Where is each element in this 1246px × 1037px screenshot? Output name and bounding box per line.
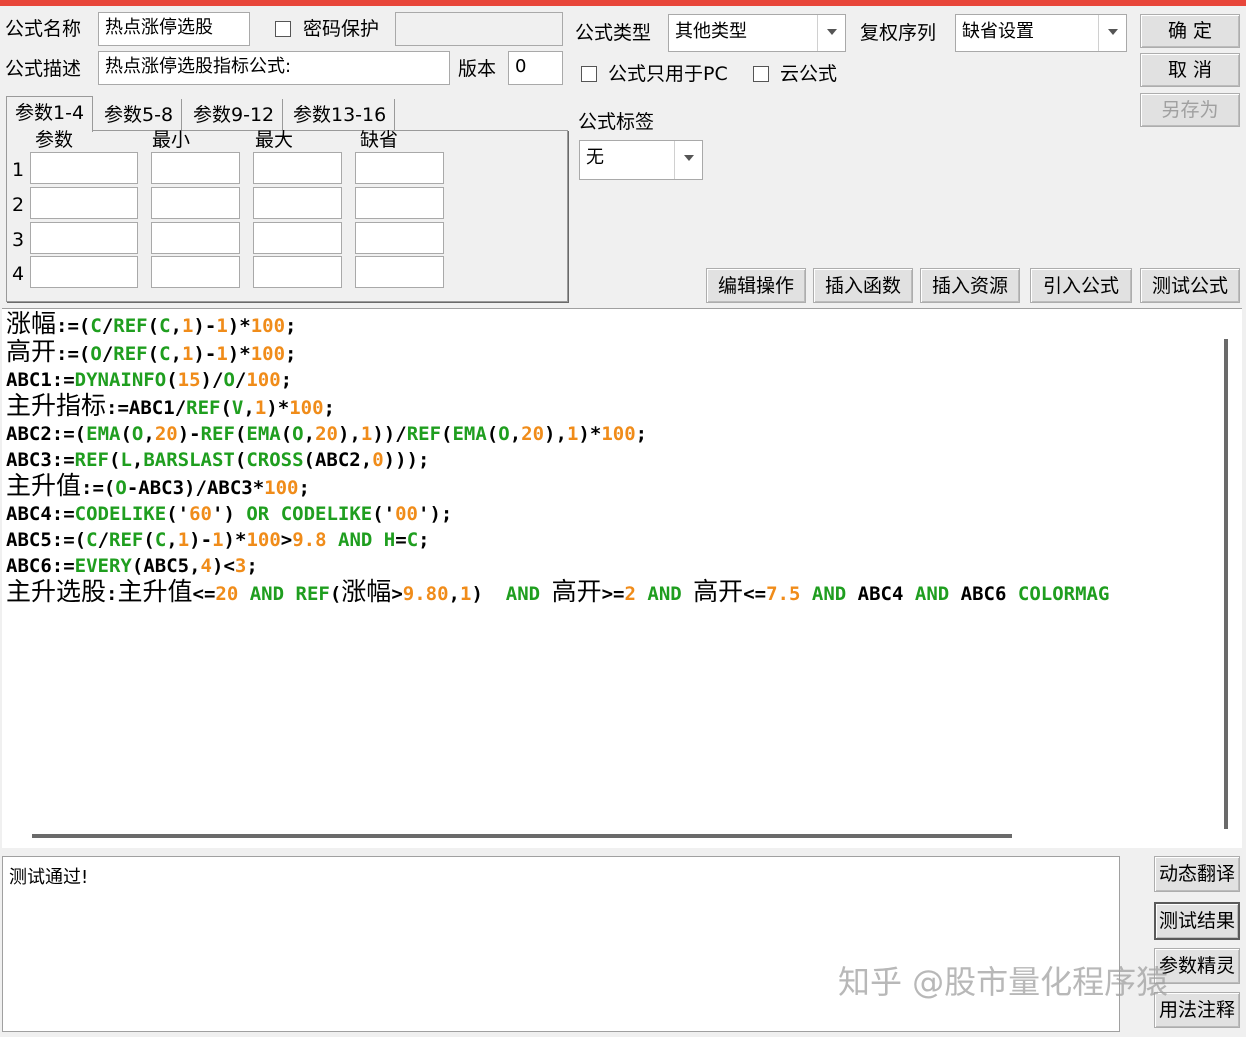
ok-button[interactable]: 确 定	[1140, 14, 1240, 48]
code-editor[interactable]: 涨幅:=(C/REF(C,1)-1)*100; 高开:=(O/REF(C,1)-1…	[2, 308, 1242, 848]
formula-desc-input[interactable]: 热点涨停选股指标公式:	[98, 51, 450, 85]
dynamic-translate-button[interactable]: 动态翻译	[1154, 856, 1240, 892]
param-row-number: 1	[12, 159, 25, 181]
insert-resource-button[interactable]: 插入资源	[920, 268, 1020, 303]
formula-name-input[interactable]: 热点涨停选股	[98, 12, 250, 46]
pc-only-label: 公式只用于PC	[608, 63, 728, 85]
tab-params-1-4[interactable]: 参数1-4	[6, 96, 94, 132]
password-protect-label: 密码保护	[303, 18, 380, 40]
version-input[interactable]: 0	[508, 51, 563, 85]
code-line: ABC5:=(C/REF(C,1)-1)*100>9.8 AND H=C;	[6, 529, 430, 551]
code-line: 主升选股:主升值<=20 AND REF(涨幅>9.80,1) AND 高开>=…	[6, 577, 1110, 606]
fq-sequence-value: 缺省设置	[962, 21, 1034, 42]
code-line: 高开:=(O/REF(C,1)-1)*100;	[6, 337, 297, 366]
param-row-number: 4	[12, 263, 25, 285]
code-line: 主升指标:=ABC1/REF(V,1)*100;	[6, 391, 335, 420]
param-2-default-input[interactable]	[355, 187, 444, 219]
test-formula-button[interactable]: 测试公式	[1140, 268, 1240, 303]
formula-tag-select[interactable]: 无	[579, 140, 703, 180]
password-protect-checkbox[interactable]	[275, 21, 291, 37]
code-line: ABC2:=(EMA(O,20)-REF(EMA(O,20),1))/REF(E…	[6, 423, 648, 445]
param-3-default-input[interactable]	[355, 222, 444, 254]
param-3-min-input[interactable]	[151, 222, 240, 254]
formula-name-label: 公式名称	[5, 18, 82, 40]
param-1-default-input[interactable]	[355, 152, 444, 184]
param-2-name-input[interactable]	[30, 187, 138, 219]
test-result-button[interactable]: 测试结果	[1154, 902, 1240, 940]
test-output-box: 测试通过!	[2, 856, 1120, 1032]
param-3-name-input[interactable]	[30, 222, 138, 254]
code-line: 涨幅:=(C/REF(C,1)-1)*100;	[6, 311, 297, 338]
param-4-name-input[interactable]	[30, 256, 138, 288]
formula-tag-value: 无	[586, 147, 604, 168]
cancel-button[interactable]: 取 消	[1140, 53, 1240, 87]
cloud-formula-label: 云公式	[780, 63, 838, 85]
param-1-min-input[interactable]	[151, 152, 240, 184]
param-4-default-input[interactable]	[355, 256, 444, 288]
param-2-min-input[interactable]	[151, 187, 240, 219]
param-4-max-input[interactable]	[253, 256, 342, 288]
param-header-name: 参数	[35, 129, 74, 151]
save-as-button[interactable]: 另存为	[1140, 93, 1240, 127]
password-input	[395, 12, 563, 46]
edit-ops-button[interactable]: 编辑操作	[706, 268, 806, 303]
tab-params-5-8[interactable]: 参数5-8	[96, 99, 183, 131]
param-2-max-input[interactable]	[253, 187, 342, 219]
param-4-min-input[interactable]	[151, 256, 240, 288]
param-1-name-input[interactable]	[30, 152, 138, 184]
formula-type-label: 公式类型	[575, 22, 652, 44]
formula-desc-label: 公式描述	[5, 58, 82, 80]
formula-tag-label: 公式标签	[578, 111, 655, 133]
param-row-number: 2	[12, 194, 25, 216]
param-row-number: 3	[12, 229, 25, 251]
param-header-max: 最大	[255, 129, 294, 151]
code-line: 主升值:=(O-ABC3)/ABC3*100;	[6, 471, 310, 500]
watermark-text: 知乎 @股市量化程序猿	[838, 963, 1169, 1001]
fq-sequence-select[interactable]: 缺省设置	[955, 14, 1127, 52]
dropdown-arrow-icon[interactable]	[1098, 15, 1126, 51]
insert-function-button[interactable]: 插入函数	[813, 268, 913, 303]
formula-type-value: 其他类型	[675, 21, 747, 42]
vertical-scrollbar[interactable]	[1224, 339, 1228, 829]
formula-type-select[interactable]: 其他类型	[668, 14, 846, 52]
param-header-default: 缺省	[360, 129, 399, 151]
dropdown-arrow-icon[interactable]	[817, 15, 845, 51]
pc-only-checkbox[interactable]	[581, 66, 597, 82]
cloud-formula-checkbox[interactable]	[753, 66, 769, 82]
param-header-min: 最小	[152, 129, 191, 151]
version-label: 版本	[458, 58, 497, 80]
import-formula-button[interactable]: 引入公式	[1030, 268, 1132, 303]
test-output-text: 测试通过!	[9, 867, 89, 888]
dropdown-arrow-icon[interactable]	[674, 141, 702, 179]
param-3-max-input[interactable]	[253, 222, 342, 254]
code-line: ABC4:=CODELIKE('60') OR CODELIKE('00');	[6, 503, 453, 525]
code-line: ABC1:=DYNAINFO(15)/O/100;	[6, 369, 293, 391]
tab-params-13-16[interactable]: 参数13-16	[285, 99, 396, 131]
code-line: ABC3:=REF(L,BARSLAST(CROSS(ABC2,0)));	[6, 449, 430, 471]
code-line: ABC6:=EVERY(ABC5,4)<3;	[6, 555, 258, 577]
param-1-max-input[interactable]	[253, 152, 342, 184]
fq-sequence-label: 复权序列	[860, 22, 937, 44]
horizontal-scrollbar[interactable]	[32, 834, 1012, 838]
tab-params-9-12[interactable]: 参数9-12	[185, 99, 284, 131]
code-text[interactable]: 涨幅:=(C/REF(C,1)-1)*100; 高开:=(O/REF(C,1)-1…	[6, 311, 1216, 607]
window-top-edge	[0, 0, 1246, 6]
